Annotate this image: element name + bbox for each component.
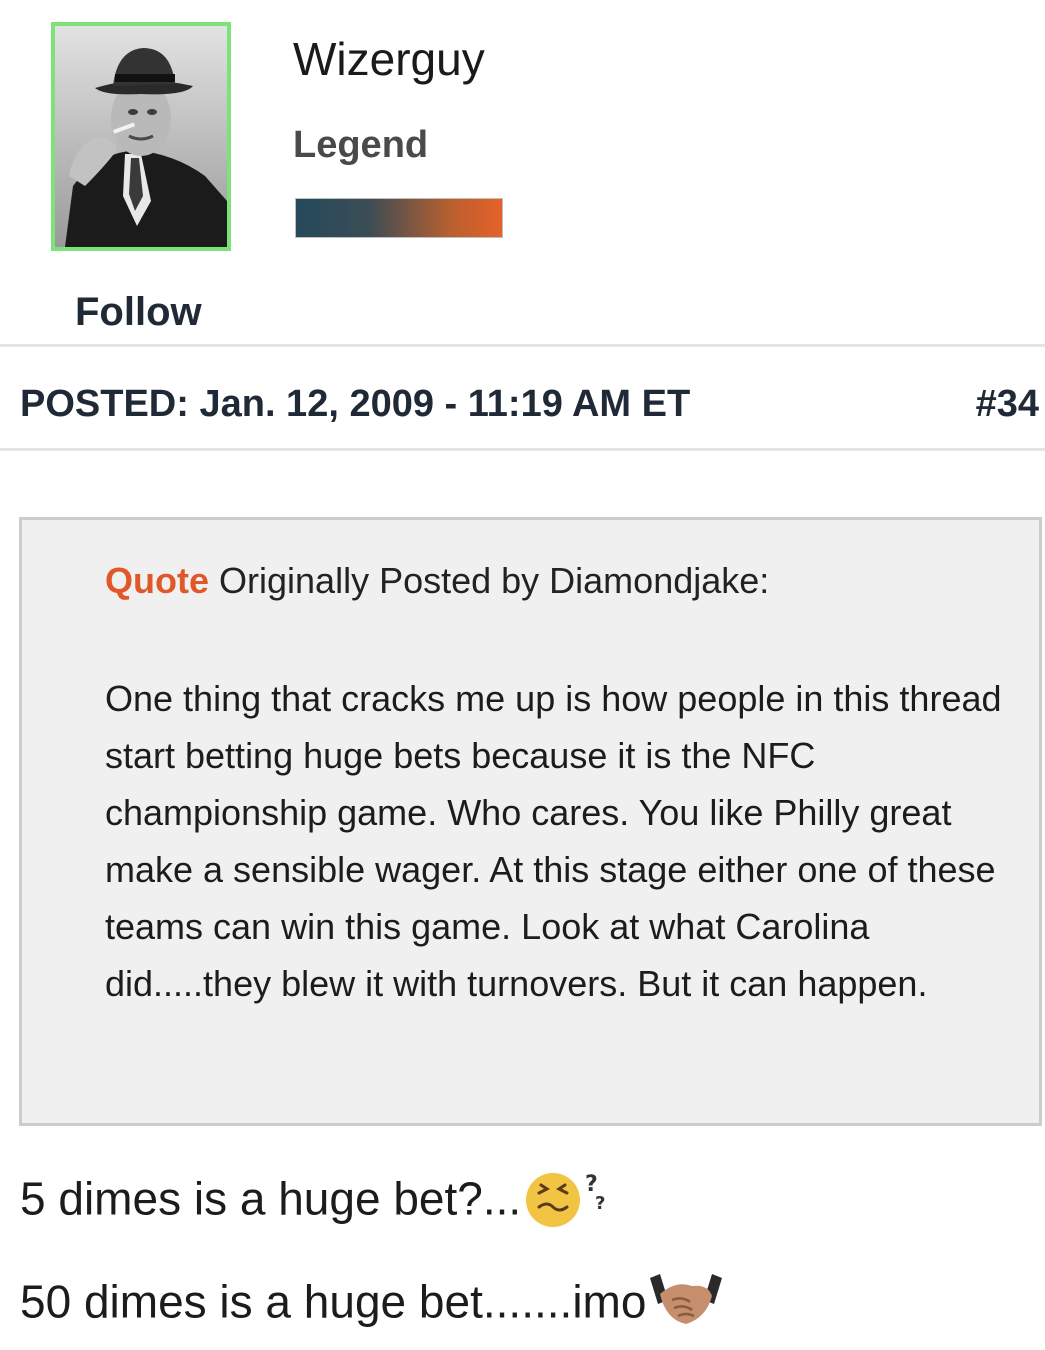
user-info: Wizerguy Legend Follow (0, 0, 1045, 346)
confused-face-icon: ? ? (521, 1167, 619, 1238)
quote-body: One thing that cracks me up is how peopl… (105, 678, 1002, 1004)
rank-progress-bar (295, 198, 503, 238)
divider (0, 344, 1045, 347)
avatar[interactable] (51, 22, 231, 251)
quote-block: Quote Originally Posted by Diamondjake: … (19, 517, 1042, 1126)
post-number-link[interactable]: #34 (976, 383, 1039, 426)
follow-button[interactable]: Follow (75, 290, 202, 335)
user-rank: Legend (293, 124, 429, 166)
divider (0, 448, 1045, 451)
reply-line-2: 50 dimes is a huge bet.......imo (20, 1275, 647, 1328)
post-timestamp: POSTED: Jan. 12, 2009 - 11:19 AM ET (20, 383, 691, 425)
quote-header: Quote Originally Posted by Diamondjake: (105, 560, 769, 602)
reply-text-line: 50 dimes is a huge bet.......imo (20, 1270, 726, 1341)
quote-attribution: Originally Posted by Diamondjake: (219, 560, 770, 601)
reply-line-1: 5 dimes is a huge bet?... (20, 1172, 522, 1225)
svg-text:?: ? (595, 1193, 605, 1214)
avatar-image (55, 26, 227, 247)
reply-text-line: 5 dimes is a huge bet?... ? ? (20, 1167, 619, 1238)
quote-label: Quote (105, 560, 209, 601)
handshake-icon (646, 1270, 726, 1341)
username[interactable]: Wizerguy (293, 32, 485, 86)
